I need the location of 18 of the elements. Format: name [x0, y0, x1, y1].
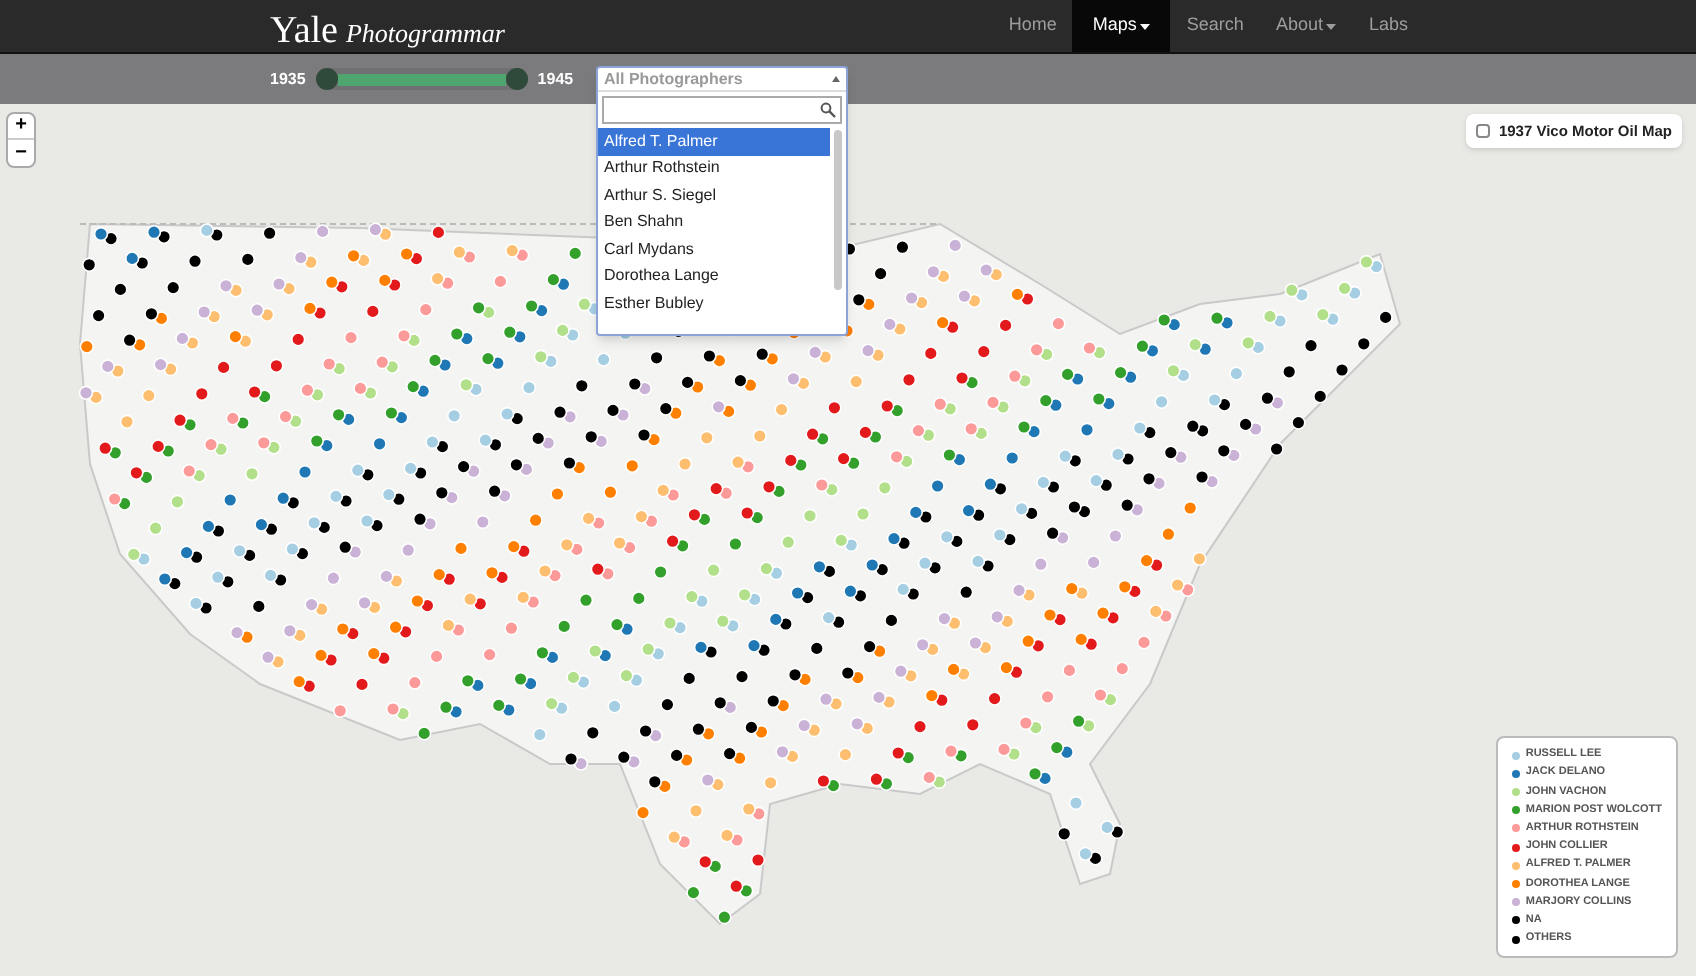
end-year: 1945: [537, 67, 574, 91]
nav-link[interactable]: Labs: [1352, 0, 1424, 52]
dropdown-option[interactable]: Arthur Rothstein: [598, 155, 830, 182]
dropdown-option[interactable]: Carl Mydans: [598, 236, 830, 263]
zoom-in-button[interactable]: +: [8, 114, 34, 140]
dropdown-option[interactable]: Alfred T. Palmer: [598, 128, 830, 155]
dropdown-option[interactable]: Arthur S. Siegel: [598, 182, 830, 209]
logo-subtitle[interactable]: Photogrammar: [345, 14, 505, 53]
dropdown-option[interactable]: Ben Shahn: [598, 209, 830, 236]
dropdown-option[interactable]: Dorothea Lange: [598, 263, 830, 290]
nav-link[interactable]: Home: [992, 0, 1073, 52]
nav-link[interactable]: Maps: [1072, 0, 1171, 52]
dropdown-option[interactable]: Esther Bubley: [598, 290, 830, 317]
nav-link[interactable]: Search: [1170, 0, 1260, 52]
zoom-out-button[interactable]: −: [8, 140, 34, 166]
nav-link[interactable]: About: [1259, 0, 1353, 52]
logo-text[interactable]: Yale: [270, 4, 338, 61]
start-year: 1935: [270, 67, 306, 91]
